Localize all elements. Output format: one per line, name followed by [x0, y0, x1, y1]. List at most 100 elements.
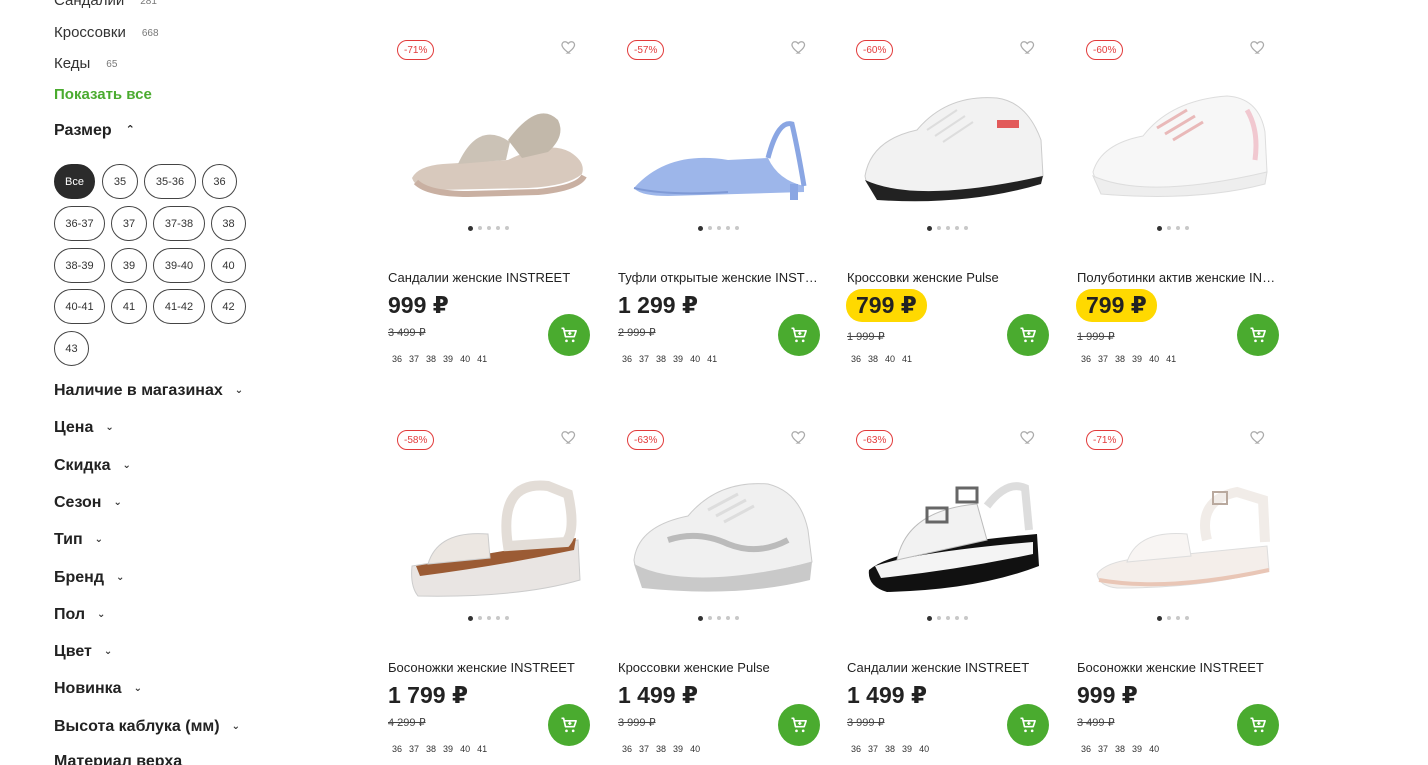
product-name[interactable]: Сандалии женские INSTREET — [388, 270, 593, 285]
carousel-dot[interactable] — [955, 226, 959, 230]
product-card[interactable]: -60% Кроссовки женские Pulse 799 ₽ 1 999… — [846, 34, 1057, 394]
image-carousel-dots[interactable] — [1077, 615, 1287, 621]
filter-gender[interactable]: Пол ⌄ — [54, 606, 105, 624]
carousel-dot[interactable] — [937, 616, 941, 620]
carousel-dot[interactable] — [946, 226, 950, 230]
product-card[interactable]: -71% Босоножки женские INSTREET 999 ₽ 3 … — [1077, 424, 1287, 765]
product-card[interactable]: -63% Кроссовки женские Pulse 1 499 ₽ 3 9… — [618, 424, 828, 765]
heart-icon[interactable] — [1249, 38, 1267, 56]
carousel-dot[interactable] — [478, 226, 482, 230]
product-card[interactable]: -63% Сандалии женские INSTREET 1 499 ₽ 3… — [847, 424, 1057, 765]
carousel-dot[interactable] — [708, 226, 712, 230]
heart-icon[interactable] — [1019, 38, 1037, 56]
filter-store-availability[interactable]: Наличие в магазинах ⌄ — [54, 382, 243, 400]
size-chip-all[interactable]: Все — [54, 164, 95, 199]
show-all-link[interactable]: Показать все — [54, 86, 152, 103]
size-chip[interactable]: 41-42 — [153, 289, 205, 324]
product-image-slingback-blue[interactable] — [628, 80, 818, 210]
product-image-buckle-sandal[interactable] — [857, 470, 1047, 600]
size-chip[interactable]: 36-37 — [54, 206, 105, 241]
product-card[interactable]: -71% Сандалии женские INSTREET 999 ₽ 3 4… — [388, 34, 598, 394]
image-carousel-dots[interactable] — [618, 225, 828, 231]
product-name[interactable]: Босоножки женские INSTREET — [388, 660, 593, 675]
carousel-dot[interactable] — [698, 225, 703, 231]
product-image-sneaker-pink-lace[interactable] — [1087, 80, 1277, 210]
filter-upper-material[interactable]: Материал верха — [54, 753, 182, 765]
product-image-chunky-sneaker[interactable] — [628, 470, 818, 600]
carousel-dot[interactable] — [1167, 616, 1171, 620]
product-image-flat-sandal-white[interactable] — [1087, 470, 1277, 600]
carousel-dot[interactable] — [1185, 616, 1189, 620]
filter-season[interactable]: Сезон ⌄ — [54, 494, 122, 512]
add-to-cart-button[interactable] — [778, 314, 820, 356]
carousel-dot[interactable] — [1176, 226, 1180, 230]
carousel-dot[interactable] — [1185, 226, 1189, 230]
image-carousel-dots[interactable] — [388, 225, 598, 231]
size-chip[interactable]: 38 — [211, 206, 246, 241]
add-to-cart-button[interactable] — [1237, 704, 1279, 746]
carousel-dot[interactable] — [468, 615, 473, 621]
add-to-cart-button[interactable] — [1007, 704, 1049, 746]
carousel-dot[interactable] — [496, 226, 500, 230]
carousel-dot[interactable] — [717, 616, 721, 620]
carousel-dot[interactable] — [1167, 226, 1171, 230]
carousel-dot[interactable] — [927, 615, 932, 621]
carousel-dot[interactable] — [946, 616, 950, 620]
product-card[interactable]: -57% Туфли открытые женские INSTREET 1 2… — [618, 34, 828, 394]
image-carousel-dots[interactable] — [1077, 225, 1287, 231]
filter-price[interactable]: Цена ⌄ — [54, 419, 114, 437]
size-chip[interactable]: 40 — [211, 248, 246, 283]
product-card[interactable]: -60% Полуботинки актив женские INSTREET … — [1076, 34, 1287, 394]
carousel-dot[interactable] — [735, 616, 739, 620]
carousel-dot[interactable] — [955, 616, 959, 620]
size-chip[interactable]: 42 — [211, 289, 246, 324]
category-sandals[interactable]: Сандалии 281 — [54, 0, 157, 9]
filter-discount[interactable]: Скидка ⌄ — [54, 457, 131, 475]
carousel-dot[interactable] — [505, 616, 509, 620]
add-to-cart-button[interactable] — [778, 704, 820, 746]
size-chip[interactable]: 37 — [111, 206, 147, 241]
product-image-sneaker-white[interactable] — [857, 80, 1047, 210]
heart-icon[interactable] — [790, 38, 808, 56]
carousel-dot[interactable] — [726, 616, 730, 620]
size-chip[interactable]: 40-41 — [54, 289, 105, 324]
filter-color[interactable]: Цвет ⌄ — [54, 643, 112, 661]
carousel-dot[interactable] — [1157, 225, 1162, 231]
heart-icon[interactable] — [560, 38, 578, 56]
carousel-dot[interactable] — [964, 616, 968, 620]
carousel-dot[interactable] — [505, 226, 509, 230]
category-sneakers[interactable]: Кроссовки 668 — [54, 24, 159, 41]
carousel-dot[interactable] — [1157, 615, 1162, 621]
carousel-dot[interactable] — [964, 226, 968, 230]
size-chip[interactable]: 37-38 — [153, 206, 205, 241]
carousel-dot[interactable] — [478, 616, 482, 620]
size-chip[interactable]: 35 — [102, 164, 138, 199]
add-to-cart-button[interactable] — [1007, 314, 1049, 356]
filter-brand[interactable]: Бренд ⌄ — [54, 569, 124, 587]
product-name[interactable]: Босоножки женские INSTREET — [1077, 660, 1282, 675]
size-chip[interactable]: 36 — [202, 164, 237, 199]
category-keds[interactable]: Кеды 65 — [54, 55, 117, 72]
size-chip[interactable]: 41 — [111, 289, 147, 324]
product-name[interactable]: Кроссовки женские Pulse — [618, 660, 823, 675]
carousel-dot[interactable] — [1176, 616, 1180, 620]
carousel-dot[interactable] — [717, 226, 721, 230]
image-carousel-dots[interactable] — [847, 615, 1057, 621]
heart-icon[interactable] — [560, 428, 578, 446]
carousel-dot[interactable] — [487, 616, 491, 620]
product-image-wedge-sandal[interactable] — [398, 470, 588, 600]
size-chip[interactable]: 43 — [54, 331, 89, 366]
product-card[interactable]: -58% Босоножки женские INSTREET 1 799 ₽ … — [388, 424, 598, 765]
carousel-dot[interactable] — [937, 226, 941, 230]
filter-type[interactable]: Тип ⌄ — [54, 531, 103, 549]
product-name[interactable]: Кроссовки женские Pulse — [847, 270, 1052, 285]
image-carousel-dots[interactable] — [388, 615, 598, 621]
add-to-cart-button[interactable] — [548, 704, 590, 746]
carousel-dot[interactable] — [927, 225, 932, 231]
product-name[interactable]: Полуботинки актив женские INSTREET — [1077, 270, 1282, 285]
carousel-dot[interactable] — [487, 226, 491, 230]
image-carousel-dots[interactable] — [618, 615, 828, 621]
heart-icon[interactable] — [790, 428, 808, 446]
carousel-dot[interactable] — [496, 616, 500, 620]
product-image-sandal-beige[interactable] — [398, 80, 588, 210]
